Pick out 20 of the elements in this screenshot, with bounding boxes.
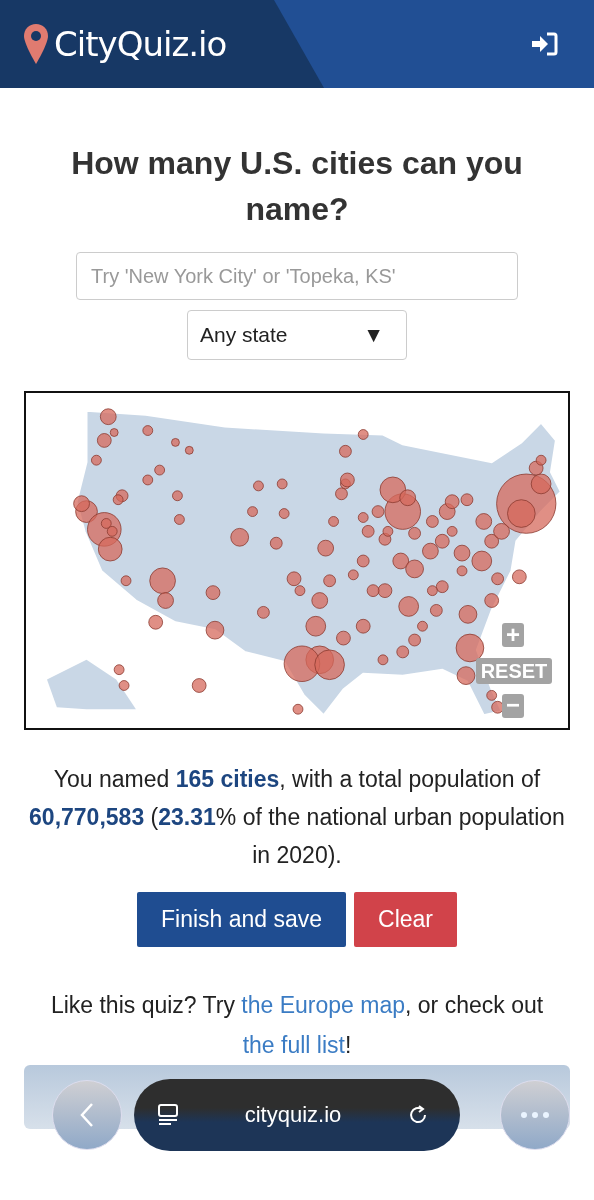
finish-button[interactable]: Finish and save bbox=[136, 892, 347, 947]
clear-button[interactable]: Clear bbox=[354, 892, 458, 947]
reset-button[interactable]: RESET bbox=[476, 658, 552, 684]
footer-text: Like this quiz? Try the Europe map, or check out the full list! bbox=[49, 991, 545, 1060]
state-dropdown[interactable]: Any state ▼ bbox=[187, 310, 407, 360]
europe-map-link[interactable]: the Europe map bbox=[241, 992, 406, 1018]
login-icon[interactable] bbox=[530, 32, 558, 56]
zoom-out-button[interactable]: − bbox=[502, 694, 524, 718]
address-bar[interactable]: cityquiz.io bbox=[134, 1079, 460, 1151]
more-icon bbox=[520, 1111, 550, 1119]
site-logo[interactable]: CityQuiz.io bbox=[54, 24, 227, 64]
back-icon bbox=[80, 1102, 94, 1128]
zoom-in-button[interactable]: + bbox=[502, 623, 524, 647]
city-input-field[interactable]: Try 'New York City' or 'Topeka, KS' bbox=[76, 252, 518, 300]
full-list-link[interactable]: the full list bbox=[242, 1032, 345, 1058]
tabs-icon bbox=[156, 1103, 180, 1127]
page-heading: How many U.S. cities can you name? bbox=[70, 144, 524, 229]
map-pin-icon bbox=[24, 24, 48, 64]
url-text: cityquiz.io bbox=[244, 1102, 342, 1128]
result-summary: You named 165 cities, with a total population of 60,770,583 (23.31% of the national urban population in 2020). bbox=[28, 765, 566, 870]
